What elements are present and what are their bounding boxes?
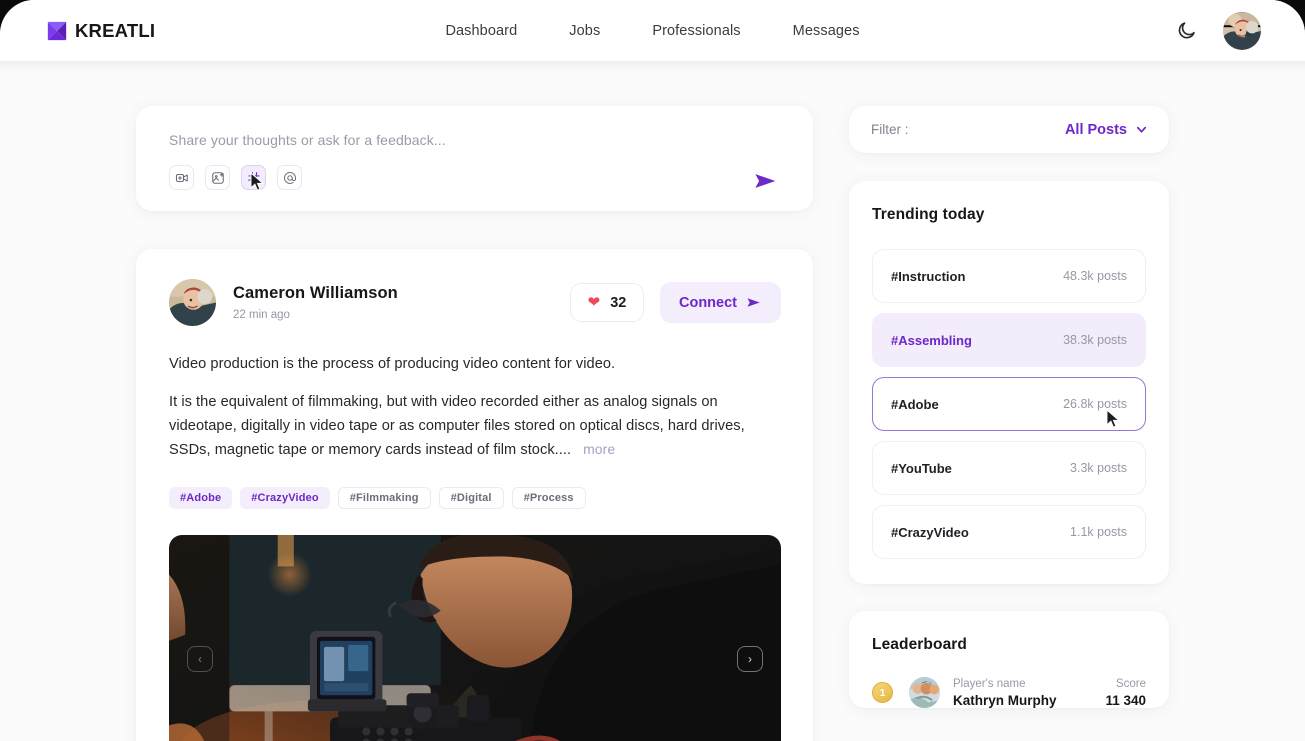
post-tag-adobe[interactable]: #Adobe bbox=[169, 487, 233, 510]
feed-column: Share your thoughts or ask for a feedbac… bbox=[136, 106, 813, 741]
nav-item-messages[interactable]: Messages bbox=[793, 23, 860, 39]
top-navigation-bar: KREATLI Dashboard Jobs Professionals Mes… bbox=[0, 0, 1305, 61]
post-actions: ❤ 32 Connect bbox=[570, 282, 781, 323]
leaderboard-title: Leaderboard bbox=[872, 636, 967, 653]
post-paragraph-1: Video production is the process of produ… bbox=[169, 356, 616, 372]
trending-title: Trending today bbox=[872, 206, 985, 223]
main-nav: Dashboard Jobs Professionals Messages bbox=[0, 23, 1305, 39]
composer-input[interactable]: Share your thoughts or ask for a feedbac… bbox=[169, 132, 783, 148]
post-author-name: Cameron Williamson bbox=[233, 284, 398, 302]
heart-icon: ❤ bbox=[587, 294, 601, 311]
score-value: 11 340 bbox=[1105, 692, 1146, 708]
leaderboard-name-col: Player's name Kathryn Murphy bbox=[953, 678, 1057, 708]
post-text: Video production is the process of produ… bbox=[169, 353, 781, 463]
post-timestamp: 22 min ago bbox=[233, 309, 290, 321]
like-count: 32 bbox=[610, 294, 627, 311]
post-tag-filmmaking[interactable]: #Filmmaking bbox=[337, 487, 431, 510]
filter-dropdown[interactable]: All Posts bbox=[1065, 122, 1147, 138]
brand-name: KREATLI bbox=[75, 19, 156, 41]
post-tag-process[interactable]: #Process bbox=[511, 487, 586, 510]
leaderboard-avatar bbox=[909, 677, 940, 708]
mouse-cursor bbox=[1106, 408, 1121, 431]
page-content: Share your thoughts or ask for a feedbac… bbox=[0, 61, 1305, 741]
score-label: Score bbox=[1115, 677, 1146, 690]
leaderboard-score-col: Score 11 340 bbox=[1105, 678, 1146, 708]
like-button[interactable]: ❤ 32 bbox=[570, 283, 644, 322]
post-card: Cameron Williamson 22 min ago ❤ 32 Conne… bbox=[136, 249, 813, 741]
composer-toolbar bbox=[169, 165, 783, 190]
post-paragraph-2: It is the equivalent of filmmaking, but … bbox=[169, 391, 781, 463]
trending-item-crazyvideo[interactable]: #CrazyVideo 1.1k posts bbox=[872, 505, 1146, 559]
hashtag-icon[interactable] bbox=[241, 165, 266, 190]
trending-tag: #YouTube bbox=[891, 460, 952, 476]
trending-count: 26.8k posts bbox=[1063, 397, 1127, 411]
mention-icon[interactable] bbox=[277, 165, 302, 190]
connect-button-label: Connect bbox=[679, 294, 737, 311]
trending-tag: #Instruction bbox=[891, 268, 966, 284]
filter-label: Filter : bbox=[871, 122, 909, 137]
send-arrow-icon[interactable] bbox=[751, 168, 781, 194]
trending-item-adobe[interactable]: #Adobe 26.8k posts bbox=[872, 377, 1146, 431]
nav-item-professionals[interactable]: Professionals bbox=[652, 23, 740, 39]
avatar[interactable] bbox=[1223, 11, 1261, 50]
chevron-down-icon bbox=[1136, 124, 1147, 135]
brand-logo[interactable]: KREATLI bbox=[46, 20, 155, 42]
read-more-link[interactable]: more bbox=[583, 441, 615, 457]
video-plus-icon[interactable] bbox=[169, 165, 194, 190]
post-tags: #Adobe #CrazyVideo #Filmmaking #Digital … bbox=[169, 487, 781, 510]
chevron-left-icon[interactable]: ‹ bbox=[187, 646, 213, 673]
send-arrow-icon bbox=[746, 296, 762, 309]
trending-count: 3.3k posts bbox=[1070, 461, 1127, 475]
post-header: Cameron Williamson 22 min ago ❤ 32 Conne… bbox=[169, 279, 781, 326]
trending-tag: #Assembling bbox=[891, 332, 972, 348]
player-name-label: Player's name bbox=[953, 677, 1026, 690]
leaderboard-card: Leaderboard 1 Player's name Kathryn Murp… bbox=[849, 611, 1169, 708]
trending-item-assembling[interactable]: #Assembling 38.3k posts bbox=[872, 313, 1146, 367]
rank-badge: 1 bbox=[872, 682, 893, 703]
sidebar-column: Filter : All Posts Trending today #Instr… bbox=[849, 106, 1169, 741]
post-media[interactable]: ‹ › bbox=[169, 535, 781, 741]
top-bar-actions bbox=[1176, 11, 1261, 50]
trending-card: Trending today #Instruction 48.3k posts … bbox=[849, 181, 1169, 584]
moon-icon[interactable] bbox=[1176, 20, 1197, 41]
connect-button[interactable]: Connect bbox=[660, 282, 781, 323]
filter-bar: Filter : All Posts bbox=[849, 106, 1169, 153]
post-composer[interactable]: Share your thoughts or ask for a feedbac… bbox=[136, 106, 813, 211]
chevron-right-icon[interactable]: › bbox=[737, 646, 763, 673]
trending-item-youtube[interactable]: #YouTube 3.3k posts bbox=[872, 441, 1146, 495]
trending-list: #Instruction 48.3k posts #Assembling 38.… bbox=[872, 249, 1146, 559]
image-plus-icon[interactable] bbox=[205, 165, 230, 190]
nav-item-dashboard[interactable]: Dashboard bbox=[445, 23, 517, 39]
leaderboard-row[interactable]: 1 Player's name Kathryn Murphy Score 11 … bbox=[872, 677, 1146, 708]
filter-selected-value: All Posts bbox=[1064, 121, 1127, 138]
trending-count: 1.1k posts bbox=[1070, 525, 1127, 539]
post-tag-digital[interactable]: #Digital bbox=[438, 487, 504, 510]
kreatli-x-logo-icon bbox=[46, 20, 68, 42]
app-window: KREATLI Dashboard Jobs Professionals Mes… bbox=[0, 0, 1305, 741]
trending-item-instruction[interactable]: #Instruction 48.3k posts bbox=[872, 249, 1146, 303]
post-author-avatar[interactable] bbox=[169, 279, 216, 326]
trending-tag: #CrazyVideo bbox=[891, 524, 969, 540]
player-name-value: Kathryn Murphy bbox=[953, 692, 1057, 708]
post-author-info: Cameron Williamson 22 min ago bbox=[233, 284, 398, 321]
post-paragraph-2-text: It is the equivalent of filmmaking, but … bbox=[169, 393, 745, 459]
trending-count: 48.3k posts bbox=[1063, 269, 1127, 283]
trending-count: 38.3k posts bbox=[1063, 333, 1127, 347]
post-tag-crazyvideo[interactable]: #CrazyVideo bbox=[240, 487, 330, 510]
nav-item-jobs[interactable]: Jobs bbox=[569, 23, 600, 39]
trending-tag: #Adobe bbox=[891, 396, 939, 412]
